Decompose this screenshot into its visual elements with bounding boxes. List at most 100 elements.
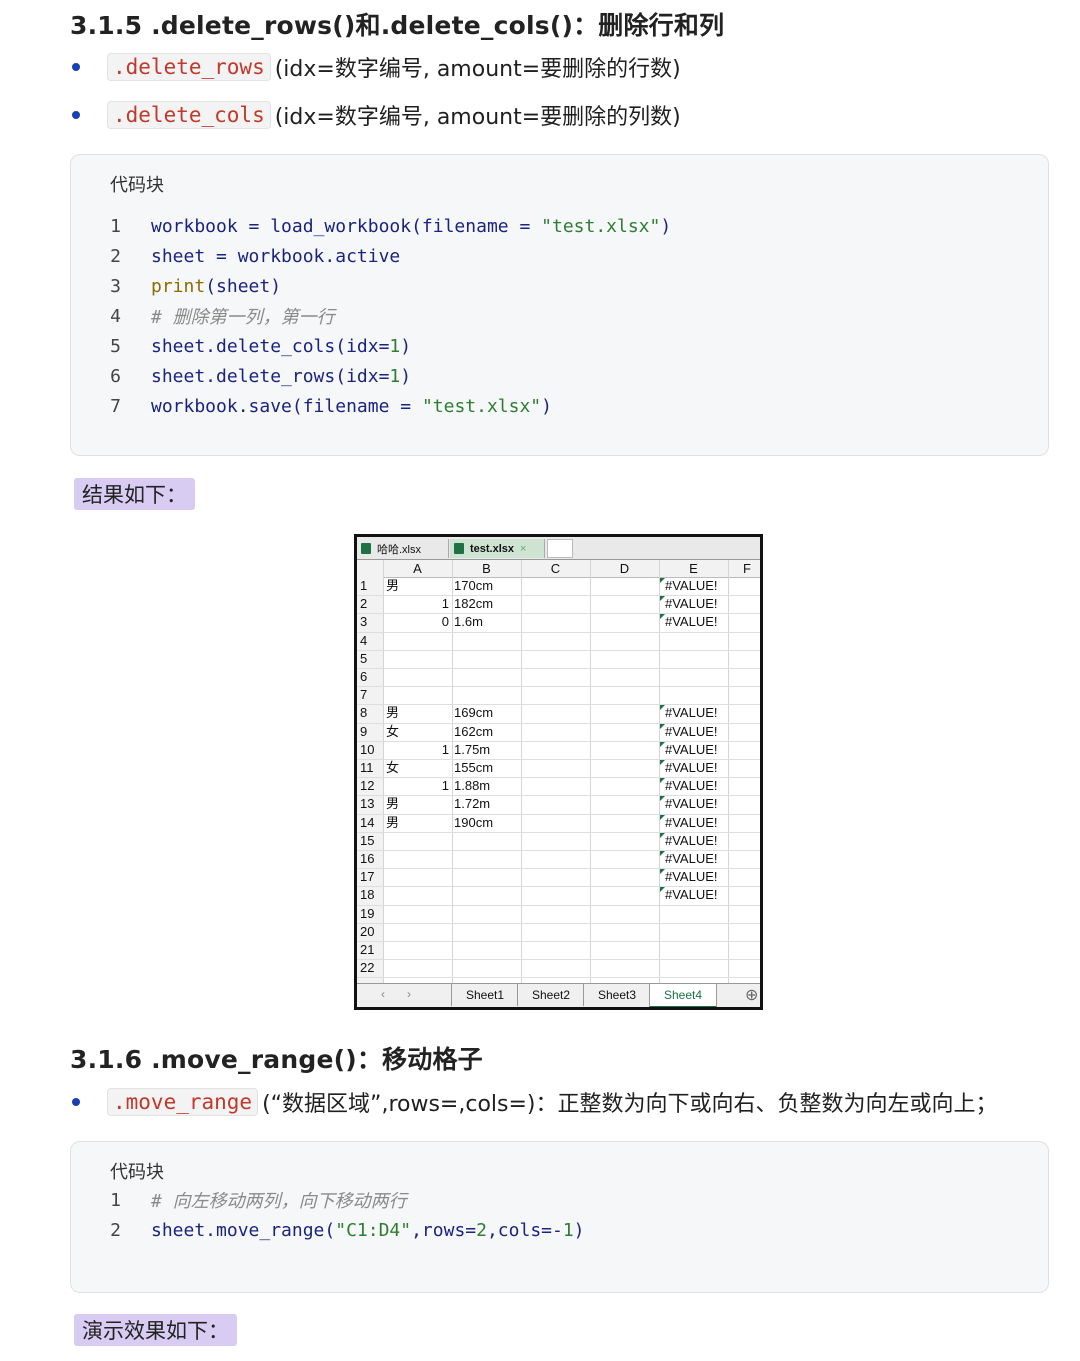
cell: #VALUE! <box>665 705 718 721</box>
code-line: 2 sheet = workbook.active <box>71 241 400 271</box>
code-line: 1 # 向左移动两列，向下移动两行 <box>71 1185 407 1215</box>
grid-line <box>357 941 760 942</box>
row-header: 5 <box>360 650 368 666</box>
spreadsheet-grid[interactable]: A B C D E F 1 男 170cm #VALUE! 2 1 182cm #VALUE! 3 0 1.6m… <box>357 560 760 986</box>
row-header: 12 <box>360 778 375 794</box>
code-token: "C1:D4" <box>335 1219 412 1241</box>
cell: 190cm <box>454 814 494 830</box>
cell: 155cm <box>454 760 494 775</box>
code-line: 3 print (sheet) <box>71 271 281 301</box>
cell: #VALUE! <box>665 741 718 757</box>
row-header: 21 <box>360 942 375 957</box>
line-number: 5 <box>110 335 121 357</box>
bullet-delete-rows: .delete_rows (idx=数字编号, amount=要删除的行数) <box>72 50 681 84</box>
column-header: C <box>550 561 561 576</box>
close-icon[interactable]: × <box>520 543 526 555</box>
row-header: 4 <box>360 632 368 648</box>
bullet-dot <box>72 111 80 119</box>
bullet-move-range: .move_range (“数据区域”,rows=,cols=)：正整数为向下或… <box>72 1085 998 1119</box>
column-header: B <box>482 561 491 576</box>
column-header: E <box>689 561 698 576</box>
sheet-tab-4[interactable]: Sheet4 <box>649 984 717 1007</box>
cell: #VALUE! <box>665 851 718 866</box>
code-line: 6 sheet.delete_rows(idx= 1) <box>71 361 411 391</box>
sheet-tab-3[interactable]: Sheet3 <box>583 984 650 1006</box>
new-tab-button[interactable] <box>547 539 573 558</box>
row-header: 16 <box>360 851 375 866</box>
inline-code: .move_range <box>107 1088 259 1116</box>
prev-sheet-icon[interactable]: ‹ <box>381 987 385 1001</box>
excel-file-icon <box>454 543 464 554</box>
cell: 1.6m <box>454 614 483 630</box>
row-header: 9 <box>360 723 368 739</box>
section-heading-delete: 3.1.5 .delete_rows()和.delete_cols()：删除行和… <box>70 11 725 40</box>
row-header: 22 <box>360 960 375 976</box>
next-sheet-icon[interactable]: › <box>407 987 411 1001</box>
code-line: 4 # 删除第一列，第一行 <box>71 301 335 331</box>
row-header: 13 <box>360 796 375 812</box>
cell: 男 <box>386 796 400 812</box>
sheet-tab-2[interactable]: Sheet2 <box>517 984 584 1006</box>
code-token: workbook = load_workbook(filename = <box>151 215 542 237</box>
code-token: ) <box>660 215 672 237</box>
code-token: ,rows= <box>411 1219 477 1241</box>
grid-line <box>357 668 760 669</box>
cell: 0 <box>441 614 449 630</box>
file-tab-bar: 哈哈.xlsx test.xlsx × <box>357 537 760 560</box>
excel-screenshot: 哈哈.xlsx test.xlsx × A B C D E F 1 男 170cm #VALUE!… <box>354 534 763 1010</box>
grid-line <box>357 649 760 651</box>
code-block[interactable]: 代码块 1 workbook = load_workbook(filename =… <box>70 154 1049 456</box>
grid-line <box>357 631 760 633</box>
row-header: 8 <box>360 705 368 721</box>
line-number: 2 <box>110 1219 121 1241</box>
code-token: ) <box>400 335 412 357</box>
inline-code: .delete_cols <box>107 101 271 129</box>
line-number: 6 <box>110 365 121 387</box>
code-token: "test.xlsx" <box>421 395 542 417</box>
sheet-tab-1[interactable]: Sheet1 <box>451 984 518 1006</box>
code-token: sheet = workbook.active <box>151 245 401 267</box>
cell: 1.88m <box>454 778 491 794</box>
sheet-tab-bar: ‹ › Sheet1 Sheet2 Sheet3 Sheet4 ⊕ <box>357 983 760 1007</box>
bullet-text: (idx=数字编号, amount=要删除的行数) <box>274 57 681 82</box>
inline-code: .delete_rows <box>107 53 271 81</box>
code-token: ,cols=- <box>486 1219 563 1241</box>
cell: 女 <box>386 760 400 775</box>
cell: #VALUE! <box>665 869 718 885</box>
add-sheet-icon[interactable]: ⊕ <box>745 985 758 1005</box>
result-label: 结果如下： <box>74 478 195 510</box>
cell: 1.75m <box>454 741 491 757</box>
file-tab-test[interactable]: test.xlsx × <box>450 539 545 558</box>
cell: #VALUE! <box>665 778 718 794</box>
code-token: # 删除第一列，第一行 <box>151 307 335 328</box>
row-header: 2 <box>360 596 368 612</box>
section-heading-move-range: 3.1.6 .move_range()：移动格子 <box>70 1045 483 1074</box>
code-token: 1 <box>389 335 401 357</box>
row-header: 14 <box>360 814 375 830</box>
grid-line <box>357 977 760 979</box>
cell: #VALUE! <box>665 796 718 812</box>
cell: 男 <box>386 578 400 593</box>
row-header: 18 <box>360 887 375 903</box>
cell: 1.72m <box>454 796 491 812</box>
code-line: 2 sheet.move_range("C1:D4" ,rows= 2 ,cols=- 1… <box>71 1215 584 1245</box>
code-block[interactable]: 代码块 1 # 向左移动两列，向下移动两行 2 sheet.move_range("C… <box>70 1141 1049 1293</box>
cell: #VALUE! <box>665 596 718 612</box>
code-block-title: 代码块 <box>110 175 164 196</box>
file-tab-haha[interactable]: 哈哈.xlsx <box>357 539 449 558</box>
cell: 女 <box>386 723 400 739</box>
bullet-text: (idx=数字编号, amount=要删除的列数) <box>274 105 681 130</box>
code-token: ) <box>541 395 552 417</box>
grid-line <box>357 922 760 924</box>
code-line: 1 workbook = load_workbook(filename = "te… <box>71 211 671 241</box>
cell: #VALUE! <box>665 760 718 775</box>
code-block-title: 代码块 <box>110 1162 164 1183</box>
cell: 170cm <box>454 578 494 593</box>
column-header: A <box>413 561 422 576</box>
cell: 1 <box>441 596 449 612</box>
cell: #VALUE! <box>665 723 718 739</box>
cell: 1 <box>441 778 449 794</box>
code-token: workbook.save(filename = <box>151 395 422 417</box>
cell: 1 <box>441 741 449 757</box>
cell: 162cm <box>454 723 494 739</box>
